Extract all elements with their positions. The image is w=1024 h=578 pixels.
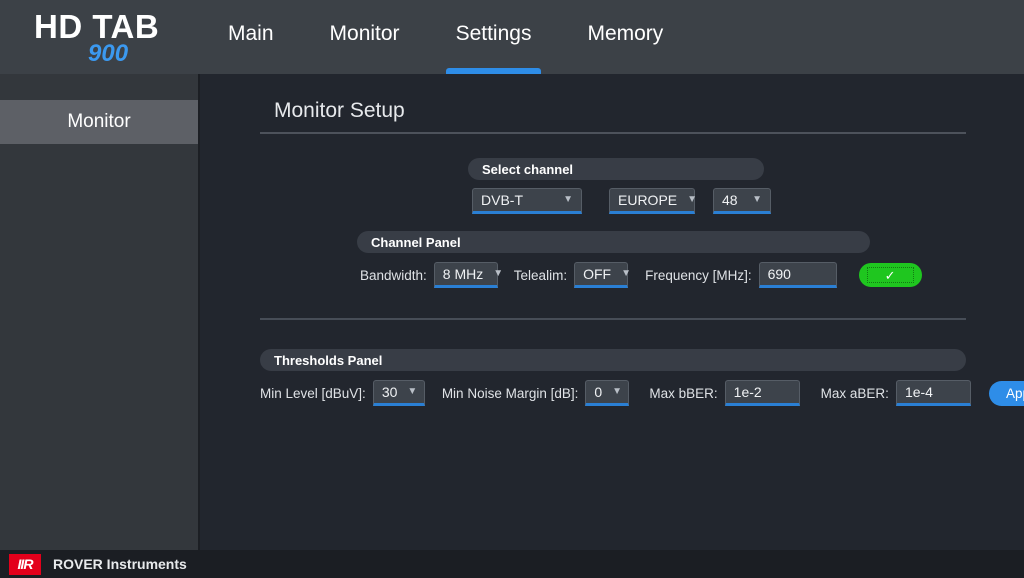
rover-logo-text: IIR	[17, 556, 34, 572]
min-level-dropdown-value: 30	[381, 384, 398, 400]
chevron-down-icon: ▼	[752, 194, 762, 205]
chevron-down-icon: ▼	[687, 194, 698, 205]
apply-button-label: Apply	[1005, 385, 1024, 401]
select-channel-controls-row: DVB-T ▼ EUROPE ▼ 48 ▼	[472, 188, 771, 214]
region-dropdown-value: EUROPE	[618, 192, 678, 208]
chevron-down-icon: ▼	[612, 386, 623, 397]
thresholds-panel-title: Thresholds Panel	[274, 352, 383, 368]
region-dropdown[interactable]: EUROPE ▼	[609, 188, 698, 214]
chevron-down-icon: ▼	[621, 268, 631, 279]
chevron-down-icon: ▼	[407, 386, 418, 397]
app-header: HD TAB 900 Main Monitor Settings Memory	[0, 0, 1024, 74]
rover-logo-icon: IIR	[9, 553, 41, 575]
telealim-dropdown-value: OFF	[583, 266, 612, 282]
brand-logo: HD TAB 900	[0, 0, 200, 74]
bandwidth-dropdown[interactable]: 8 MHz ▼	[433, 262, 503, 288]
max-aber-label: Max aBER:	[820, 385, 889, 401]
tab-main[interactable]: Main	[200, 22, 302, 74]
company-name: ROVER Instruments	[53, 556, 187, 572]
tab-memory[interactable]: Memory	[559, 22, 691, 74]
max-bber-label: Max bBER:	[649, 385, 718, 401]
title-divider	[260, 132, 966, 134]
sidebar-item-monitor[interactable]: Monitor	[0, 100, 198, 144]
thresholds-panel-controls-row: Min Level [dBuV]: 30 ▼ Min Noise Margin …	[260, 380, 1024, 406]
channel-dropdown[interactable]: 48 ▼	[713, 188, 771, 214]
tab-monitor[interactable]: Monitor	[302, 22, 428, 74]
frequency-label: Frequency [MHz]:	[645, 267, 752, 283]
bandwidth-label: Bandwidth:	[360, 267, 427, 283]
select-channel-panel-title: Select channel	[482, 161, 574, 177]
sidebar: Monitor	[0, 74, 200, 578]
min-level-label: Min Level [dBuV]:	[260, 385, 366, 401]
page-title: Monitor Setup	[274, 99, 405, 122]
channel-dropdown-value: 48	[722, 192, 738, 208]
standard-dropdown-value: DVB-T	[481, 192, 523, 208]
tab-monitor-label: Monitor	[329, 22, 400, 45]
standard-dropdown[interactable]: DVB-T ▼	[472, 188, 582, 214]
select-channel-panel-header: Select channel	[468, 158, 764, 180]
channel-panel-title: Channel Panel	[371, 234, 461, 250]
tab-settings-label: Settings	[455, 22, 532, 45]
apply-button[interactable]: Apply	[988, 380, 1024, 406]
channel-panel-header: Channel Panel	[357, 231, 870, 253]
section-divider	[260, 318, 966, 320]
telealim-label: Telealim:	[513, 267, 568, 283]
brand-model: 900	[88, 40, 129, 67]
check-icon: ✓	[866, 267, 914, 283]
min-noise-margin-dropdown-value: 0	[594, 384, 603, 400]
tab-memory-label: Memory	[587, 22, 664, 45]
chevron-down-icon: ▼	[493, 268, 504, 279]
frequency-input[interactable]	[758, 262, 837, 288]
frequency-confirm-button[interactable]: ✓	[858, 263, 922, 287]
brand-name: HD TAB	[34, 8, 160, 45]
main-content: Monitor Setup Select channel DVB-T ▼ EUR…	[202, 74, 1024, 578]
chevron-down-icon: ▼	[563, 194, 573, 205]
thresholds-panel-header: Thresholds Panel	[260, 349, 966, 371]
tab-main-label: Main	[228, 22, 274, 45]
min-noise-margin-dropdown[interactable]: 0 ▼	[585, 380, 630, 406]
bandwidth-dropdown-value: 8 MHz	[442, 266, 484, 282]
app-footer: IIR ROVER Instruments	[0, 550, 1024, 578]
telealim-dropdown[interactable]: OFF ▼	[574, 262, 631, 288]
sidebar-top-spacer	[0, 74, 198, 100]
min-level-dropdown[interactable]: 30 ▼	[372, 380, 425, 406]
main-nav: Main Monitor Settings Memory	[200, 0, 691, 74]
app-root: HD TAB 900 Main Monitor Settings Memory	[0, 0, 1024, 578]
channel-panel-controls-row: Bandwidth: 8 MHz ▼ Telealim: OFF ▼ Frequ…	[360, 262, 922, 288]
tab-settings[interactable]: Settings	[428, 22, 560, 74]
max-aber-input[interactable]	[895, 380, 971, 406]
max-bber-input[interactable]	[724, 380, 800, 406]
sidebar-item-label: Monitor	[67, 111, 131, 132]
min-noise-margin-label: Min Noise Margin [dB]:	[441, 385, 579, 401]
